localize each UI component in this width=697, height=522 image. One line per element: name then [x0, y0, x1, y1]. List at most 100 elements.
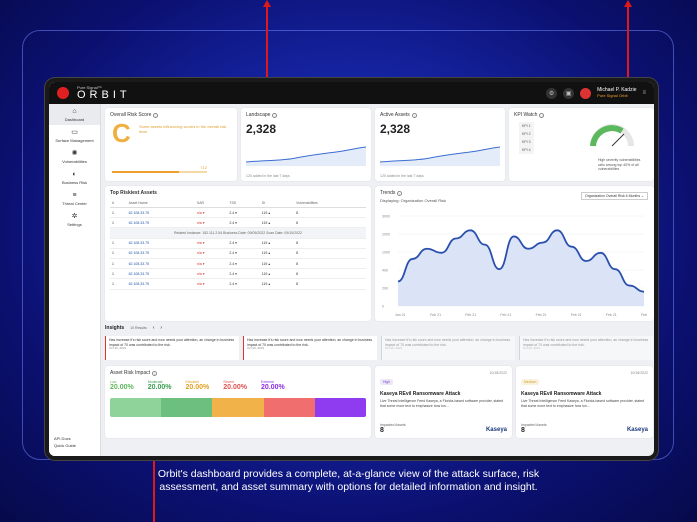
impacted-value: 8 [521, 427, 525, 434]
kpi-label: KPI Watch [514, 112, 538, 118]
threat-title: Kaseya REvil Ransomware Attack [521, 391, 602, 397]
riskiest-table: # Asset Name SAR TSS SI Vulnerabilities 1 62.1… [110, 199, 366, 290]
table-row[interactable]: 1 62.108.33.75 n/a ▾ 2.4 ▾ 119 ▴ 8 [110, 278, 366, 290]
insight-text: Has increase it's risk score and now nee… [385, 338, 511, 347]
table-row[interactable]: 1 62.108.33.75 n/a ▾ 2.4 ▾ 119 ▴ 8 [110, 258, 366, 270]
risk-level-pct: 20.00% [110, 384, 134, 391]
landscape-sparkline [246, 146, 366, 166]
info-icon[interactable]: i [411, 112, 417, 118]
kpi-item[interactable]: KPI 1 [519, 122, 534, 131]
topbar-actions: ⚙ ▣ Michael P. Kadzie Pure Signal Orbit … [546, 87, 646, 99]
active-assets-note: 120 added in the last 7 days [380, 174, 424, 178]
kpi-item[interactable]: KPI 2 [519, 130, 534, 139]
threat-card[interactable]: High 10/18/2022 Kaseya REvil Ransomware At… [375, 366, 512, 438]
kpi-item[interactable]: KPI 4 [519, 146, 534, 155]
api-docs-link[interactable]: API Docs [54, 436, 76, 443]
avatar[interactable] [580, 87, 592, 99]
settings-icon[interactable]: ⚙ [546, 87, 558, 99]
table-row[interactable]: 1 62.108.33.75 n/a ▾ 2.4 ▾ 119 ▴ 8 [110, 268, 366, 280]
table-cell: 62.108.33.75 [126, 217, 195, 229]
main-content: Overall Risk Score i C Some assets influe… [105, 108, 654, 452]
table-row[interactable]: 1 62.108.33.75 n/a ▾ 2.4 ▾ 119 ▴ 8 [110, 217, 366, 229]
table-cell: 119 ▴ [259, 278, 295, 290]
chevron-left-icon[interactable]: ‹ [153, 325, 155, 331]
riskiest-assets-card[interactable]: Top Riskiest Assets # Asset Name SAR TSS SI V… [105, 186, 371, 321]
chevron-down-icon[interactable]: ≡ [642, 90, 646, 96]
quick-guide-link[interactable]: Quick Guide [54, 443, 76, 450]
table-cell: 1 [110, 238, 127, 249]
asset-risk-title: Asset Risk Impact i [110, 370, 366, 376]
sidebar-item-dashboard[interactable]: ⌂ Dashboard [49, 104, 100, 125]
sidebar-item-label: Dashboard [64, 117, 85, 122]
risk-bar-segment[interactable] [161, 398, 213, 417]
risk-bar-segment[interactable] [110, 398, 162, 417]
kpi-watch-card[interactable]: KPI Watch i KPI 1 KPI 2 KPI 3 KPI 4 High sev… [509, 108, 654, 181]
table-cell: 2.4 ▾ [227, 207, 260, 219]
risk-level-moderate: Moderate 20.00% [148, 380, 172, 391]
kpi-item[interactable]: KPI 3 [519, 138, 534, 147]
threat-card[interactable]: Medium 10/18/2022 Kaseya REvil Ransomware … [516, 366, 653, 438]
insights-filter[interactable]: 10 Results [130, 326, 147, 330]
user-info[interactable]: Michael P. Kadzie Pure Signal Orbit [597, 88, 636, 98]
risk-bar-segment[interactable] [263, 398, 315, 417]
sidebar-item-settings[interactable]: ✲ Settings [49, 209, 100, 230]
callout-arrowhead-1 [263, 0, 271, 7]
chevron-right-icon[interactable]: › [160, 325, 162, 331]
info-icon[interactable]: i [272, 112, 278, 118]
trends-card[interactable]: Trends i Displaying: Organization Overall… [375, 186, 654, 321]
table-cell: 1 [110, 268, 127, 280]
info-icon[interactable]: i [153, 112, 159, 118]
insight-card[interactable]: Has increase it's risk score and now nee… [243, 336, 377, 360]
asset-risk-card[interactable]: Asset Risk Impact i Low 20.00% Moderate 20.0… [105, 366, 371, 438]
sidebar-item-threat-center[interactable]: ≡ Threat Center [49, 188, 100, 209]
table-row[interactable]: 1 62.108.33.75 n/a ▾ 2.4 ▾ 119 ▴ 8 [110, 248, 366, 259]
table-header-row: # Asset Name SAR TSS SI Vulnerabilities [110, 199, 366, 208]
insight-card[interactable]: Has increase it's risk score and now nee… [105, 336, 239, 360]
table-cell: 119 ▴ [259, 207, 295, 219]
info-icon[interactable]: i [539, 112, 545, 118]
notifications-icon[interactable]: ▣ [563, 87, 575, 99]
insight-text: Has increase it's risk score and now nee… [523, 338, 649, 347]
table-cell: 62.108.33.75 [126, 268, 195, 280]
kpi-title: KPI Watch i [514, 112, 649, 118]
table-cell: 1 [110, 207, 127, 219]
table-cell: 62.108.33.75 [126, 258, 195, 270]
x-tick-label: Feb 21 [465, 313, 476, 317]
asset-risk-levels: Low 20.00% Moderate 20.00% Elevated 20.00% Sev… [110, 380, 366, 391]
sidebar-item-business-risk[interactable]: ◐ Business Risk [49, 167, 100, 188]
active-assets-card[interactable]: Active Assets i 2,328 120 added in the la… [375, 108, 505, 181]
kpi-description: High severity vulnerabilities ratio amon… [598, 158, 641, 172]
trend-chart: 3000200010004002000Jan 21 Feb 21 Feb 21 Feb… [382, 215, 648, 318]
overall-risk-card[interactable]: Overall Risk Score i C Some assets influe… [105, 108, 237, 181]
risk-level-severe: Severe 20.00% [223, 380, 247, 391]
table-row[interactable]: 1 62.108.33.75 n/a ▾ 2.4 ▾ 119 ▴ 8 [110, 238, 366, 249]
y-tick-label: 200 [382, 287, 388, 291]
laptop-device: Pure Signal™ ORBIT ⚙ ▣ Michael P. Kadzie… [45, 78, 658, 460]
insight-card[interactable]: Has increase it's risk score and now nee… [381, 336, 515, 360]
info-icon[interactable]: i [152, 370, 158, 376]
info-icon[interactable]: i [397, 190, 403, 196]
table-cell: 8 [294, 248, 366, 259]
risk-level-extreme: Extreme 20.00% [261, 380, 285, 391]
landscape-title: Landscape i [246, 112, 366, 118]
insights-title: Insights [105, 325, 125, 331]
riskiest-title: Top Riskiest Assets [110, 190, 157, 196]
risk-bar-segment[interactable] [212, 398, 264, 417]
landscape-card[interactable]: Landscape i 2,328 120 added in the last 7… [241, 108, 371, 181]
sidebar: ⌂ Dashboard ▭ Surface Management ✺ Vulnerabil… [49, 104, 101, 456]
list-icon: ≡ [72, 192, 77, 199]
table-cell: 119 ▴ [259, 217, 295, 229]
insight-card[interactable]: Has increase it's risk score and now nee… [519, 336, 653, 360]
sidebar-item-surface-management[interactable]: ▭ Surface Management [49, 125, 100, 146]
table-cell: 1 [110, 217, 127, 229]
table-cell: 119 ▴ [259, 268, 295, 280]
table-cell: n/a ▾ [194, 258, 228, 270]
asset-risk-bar [110, 398, 366, 417]
trend-metric-select[interactable]: Organization Overall Risk 6 Months ⌄ [581, 192, 648, 200]
risk-bar-segment[interactable] [314, 398, 366, 417]
sidebar-item-vulnerabilities[interactable]: ✺ Vulnerabilities [49, 146, 100, 167]
table-body: 1 62.108.33.75 n/a ▾ 2.4 ▾ 119 ▴ 8 1 62.108.33.… [110, 207, 366, 290]
brand-logo-icon[interactable] [57, 87, 69, 99]
table-row[interactable]: 1 62.108.33.75 n/a ▾ 2.4 ▾ 119 ▴ 8 [110, 207, 366, 219]
y-tick-label: 2000 [382, 233, 390, 237]
